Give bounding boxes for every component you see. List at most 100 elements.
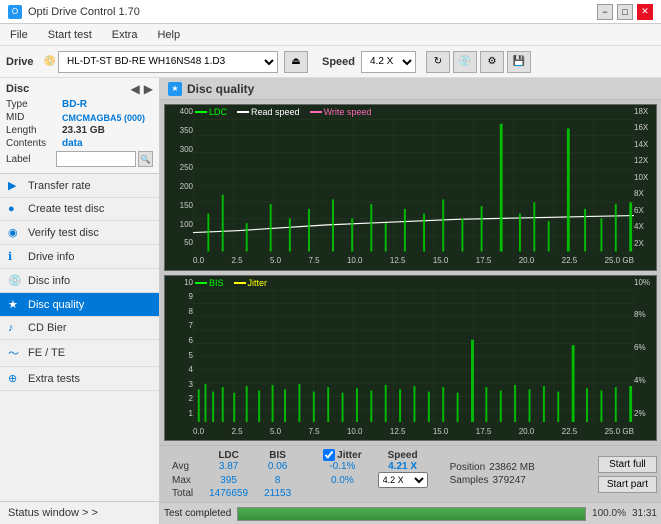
stats-max-label: Max	[164, 472, 201, 488]
stats-avg-jitter: -0.1%	[315, 461, 369, 472]
samples-label: Samples	[450, 475, 489, 486]
legend-read-speed: Read speed	[237, 107, 300, 117]
maximize-button[interactable]: □	[617, 4, 633, 20]
stats-avg-row: Avg 3.87 0.06 -0.1% 4.21 X	[164, 461, 436, 472]
drive-select[interactable]: HL-DT-ST BD-RE WH16NS48 1.D3	[58, 51, 278, 73]
legend-read-speed-label: Read speed	[251, 107, 300, 117]
sidebar-item-cd-bier[interactable]: ♪ CD Bier	[0, 317, 159, 340]
stats-avg-speed: 4.21 X	[370, 461, 436, 472]
start-full-button[interactable]: Start full	[598, 456, 657, 473]
bis-chart-svg	[193, 290, 634, 423]
charts-area: LDC Read speed Write speed 400 350 300	[160, 100, 661, 445]
status-window-button[interactable]: Status window > >	[0, 501, 159, 524]
fe-te-label: FE / TE	[28, 347, 65, 359]
bis-chart-plot	[193, 290, 634, 423]
transfer-rate-icon: ▶	[8, 179, 22, 192]
disc-info-icon: 💿	[8, 274, 22, 287]
disc-type-value: BD-R	[62, 99, 87, 110]
drive-bar: Drive 📀 HL-DT-ST BD-RE WH16NS48 1.D3 ⏏ S…	[0, 46, 661, 78]
menu-help[interactable]: Help	[151, 27, 186, 43]
disc-right-icon[interactable]: ▶	[144, 82, 153, 96]
disc-left-icon[interactable]: ◀	[131, 82, 140, 96]
disc-quality-label: Disc quality	[28, 299, 84, 311]
disc-length-field: Length 23.31 GB	[6, 125, 153, 136]
disc-panel: Disc ◀ ▶ Type BD-R MID CMCMAGBA5 (000) L…	[0, 78, 159, 174]
stats-area: LDC BIS Jitter Speed A	[160, 445, 661, 502]
legend-write-speed: Write speed	[310, 107, 372, 117]
sidebar-item-drive-info[interactable]: ℹ Drive info	[0, 245, 159, 269]
sidebar-item-transfer-rate[interactable]: ▶ Transfer rate	[0, 174, 159, 198]
disc-section-label: Disc	[6, 83, 29, 95]
legend-jitter: Jitter	[234, 278, 268, 288]
menu-file[interactable]: File	[4, 27, 34, 43]
stats-header-speed: Speed	[370, 449, 436, 461]
start-part-button[interactable]: Start part	[598, 476, 657, 493]
eject-button[interactable]: ⏏	[284, 51, 308, 73]
menu-extra[interactable]: Extra	[106, 27, 144, 43]
verify-test-disc-label: Verify test disc	[28, 227, 99, 239]
disc-contents-value: data	[62, 138, 83, 149]
save-icon-btn[interactable]: 💾	[507, 51, 531, 73]
disc-label-btn[interactable]: 🔍	[138, 151, 153, 167]
disc-info-label: Disc info	[28, 275, 70, 287]
stats-header-spacer	[299, 449, 315, 461]
stats-max-row: Max 395 8 0.0% 4.2 X	[164, 472, 436, 488]
sidebar-item-fe-te[interactable]: 〜 FE / TE	[0, 340, 159, 367]
position-value: 23862 MB	[489, 462, 535, 473]
extra-tests-icon: ⊕	[8, 372, 22, 385]
legend-ldc: LDC	[195, 107, 227, 117]
sidebar-item-extra-tests[interactable]: ⊕ Extra tests	[0, 367, 159, 391]
ldc-y-axis-right: 18X 16X 14X 12X 10X 8X 6X 4X 2X	[634, 105, 656, 250]
position-label: Position	[450, 462, 486, 473]
ldc-chart: LDC Read speed Write speed 400 350 300	[164, 104, 657, 271]
stats-max-jitter: 0.0%	[315, 472, 369, 488]
action-buttons: Start full Start part	[598, 456, 657, 493]
sidebar-item-disc-quality[interactable]: ★ Disc quality	[0, 293, 159, 317]
drive-label: Drive	[6, 56, 34, 68]
legend-jitter-label: Jitter	[248, 278, 268, 288]
sidebar-item-disc-info[interactable]: 💿 Disc info	[0, 269, 159, 293]
refresh-icon-btn[interactable]: ↻	[426, 51, 450, 73]
minimize-button[interactable]: −	[597, 4, 613, 20]
ldc-chart-legend: LDC Read speed Write speed	[195, 107, 371, 117]
window-controls: − □ ✕	[597, 4, 653, 20]
legend-bis-label: BIS	[209, 278, 224, 288]
disc-mid-label: MID	[6, 112, 62, 123]
disc-quality-header: ★ Disc quality	[160, 78, 661, 100]
disc-quality-header-icon: ★	[168, 82, 182, 96]
bis-chart-legend: BIS Jitter	[195, 278, 267, 288]
jitter-checkbox[interactable]	[323, 449, 335, 461]
title-bar-left: O Opti Drive Control 1.70	[8, 5, 140, 19]
create-test-disc-label: Create test disc	[28, 203, 104, 215]
stats-max-ldc: 395	[201, 472, 256, 488]
settings-icon-btn[interactable]: ⚙	[480, 51, 504, 73]
stats-total-bis: 21153	[256, 488, 299, 499]
menu-start-test[interactable]: Start test	[42, 27, 98, 43]
progress-percent: 100.0%	[592, 508, 626, 519]
speed-select-stats[interactable]: 4.2 X	[378, 472, 428, 488]
bis-x-axis: 0.0 2.5 5.0 7.5 10.0 12.5 15.0 17.5 20.0…	[193, 422, 634, 440]
close-button[interactable]: ✕	[637, 4, 653, 20]
stats-header-ldc: LDC	[201, 449, 256, 461]
speed-select[interactable]: 4.2 X	[361, 51, 416, 73]
sidebar-item-verify-test-disc[interactable]: ◉ Verify test disc	[0, 221, 159, 245]
jitter-label: Jitter	[337, 450, 361, 461]
samples-row: Samples 379247	[450, 475, 535, 486]
disc-quality-icon: ★	[8, 298, 22, 311]
drive-info-icon: ℹ	[8, 250, 22, 263]
elapsed-time: 31:31	[632, 508, 657, 519]
stats-header-empty	[164, 449, 201, 461]
ldc-x-axis: 0.0 2.5 5.0 7.5 10.0 12.5 15.0 17.5 20.0…	[193, 252, 634, 270]
ldc-chart-svg	[193, 119, 634, 252]
ldc-chart-plot	[193, 119, 634, 252]
legend-bis: BIS	[195, 278, 224, 288]
ldc-y-axis-left: 400 350 300 250 200 150 100 50	[165, 105, 193, 250]
transfer-rate-label: Transfer rate	[28, 180, 91, 192]
disc-contents-field: Contents data	[6, 138, 153, 149]
disc-icon-btn[interactable]: 💿	[453, 51, 477, 73]
disc-label-input[interactable]	[56, 151, 136, 167]
status-text: Test completed	[164, 508, 231, 519]
disc-quality-title: Disc quality	[187, 82, 254, 96]
sidebar-item-create-test-disc[interactable]: ● Create test disc	[0, 198, 159, 221]
samples-value: 379247	[493, 475, 526, 486]
